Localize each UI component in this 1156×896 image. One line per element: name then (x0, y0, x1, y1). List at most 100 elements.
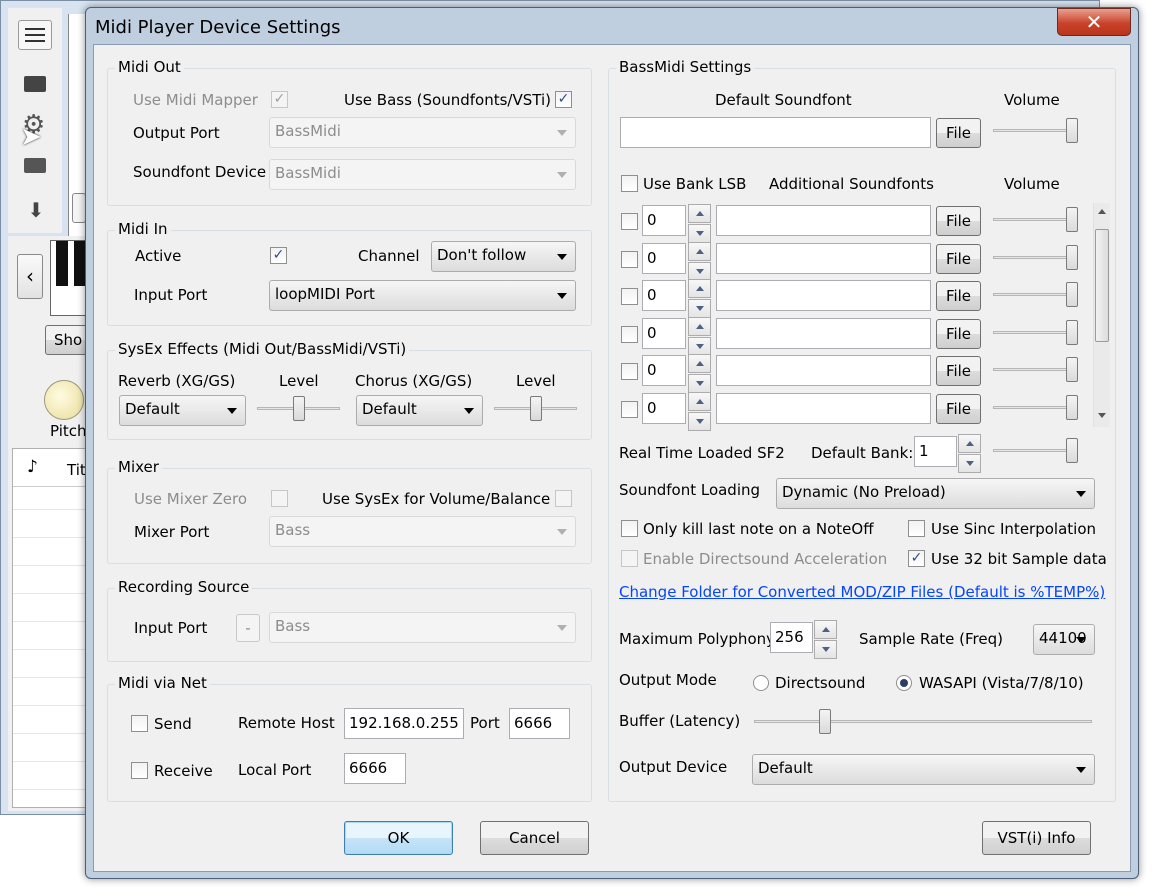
download-icon[interactable]: ⬇ (22, 198, 50, 228)
input-port-select[interactable]: loopMIDI Port (269, 280, 576, 311)
spin-down-icon[interactable] (688, 299, 711, 318)
ok-button[interactable]: OK (344, 821, 453, 855)
reverb-select[interactable]: Default (119, 395, 246, 426)
slider-thumb[interactable] (819, 709, 831, 734)
default-soundfont-field[interactable] (620, 117, 931, 148)
spin-up-icon[interactable] (688, 392, 711, 411)
soundfont-row-bank-stepper[interactable] (688, 317, 711, 356)
soundfont-device-select[interactable]: BassMidi (269, 159, 576, 190)
soundfont-row-checkbox[interactable] (621, 326, 638, 343)
soundfont-row-volume-slider[interactable] (993, 355, 1078, 385)
soundfont-row-bank-stepper[interactable] (688, 354, 711, 393)
folder-icon[interactable] (22, 70, 56, 100)
scroll-down-icon[interactable] (1098, 413, 1106, 418)
default-bank-stepper[interactable] (958, 434, 981, 473)
use-midi-mapper-checkbox[interactable]: ✓ (271, 91, 288, 108)
soundfont-row-bank-stepper[interactable] (688, 242, 711, 281)
close-button[interactable]: ✕ (1057, 8, 1131, 36)
use-sysex-volume-checkbox[interactable] (555, 490, 572, 507)
soundfont-row-file-field[interactable] (716, 280, 931, 311)
slider-thumb[interactable] (293, 396, 305, 421)
output-device-select[interactable]: Default (752, 754, 1095, 785)
recording-dash-button[interactable]: - (236, 614, 260, 642)
soundfont-row-bank-field[interactable]: 0 (642, 280, 686, 311)
soundfont-row-checkbox[interactable] (621, 363, 638, 380)
soundfont-row-file-button[interactable]: File (936, 281, 981, 311)
soundfont-row-file-field[interactable] (716, 205, 931, 236)
enable-directsound-checkbox[interactable] (621, 550, 638, 567)
soundfont-row-file-button[interactable]: File (936, 356, 981, 386)
directsound-radio[interactable] (753, 675, 769, 691)
send-checkbox[interactable] (131, 715, 148, 732)
chorus-select[interactable]: Default (356, 395, 483, 426)
soundfont-row-bank-field[interactable]: 0 (642, 393, 686, 424)
default-bank-field[interactable]: 1 (914, 436, 957, 467)
soundfont-row-volume-slider[interactable] (993, 205, 1078, 235)
recording-input-select[interactable]: Bass (269, 612, 576, 643)
soundfont-row-checkbox[interactable] (621, 288, 638, 305)
background-show-button[interactable]: Sho (45, 325, 90, 355)
change-folder-link[interactable]: Change Folder for Converted MOD/ZIP File… (619, 583, 1105, 601)
spin-up-icon[interactable] (688, 204, 711, 223)
output-port-select[interactable]: BassMidi (269, 117, 576, 148)
spin-down-icon[interactable] (814, 640, 837, 659)
chevron-left-icon[interactable]: ‹ (17, 254, 43, 299)
default-soundfont-file-button[interactable]: File (936, 118, 981, 148)
use-32bit-checkbox[interactable]: ✓ (908, 550, 925, 567)
use-bass-checkbox[interactable]: ✓ (555, 91, 572, 108)
use-sinc-checkbox[interactable] (908, 520, 925, 537)
spin-down-icon[interactable] (688, 412, 711, 431)
chorus-level-slider[interactable] (494, 394, 577, 424)
scroll-up-icon[interactable] (1098, 209, 1106, 214)
menu-icon[interactable] (18, 20, 52, 50)
soundfont-row-bank-stepper[interactable] (688, 279, 711, 318)
slider-thumb[interactable] (1066, 118, 1078, 143)
sample-rate-select[interactable]: 44100 (1033, 624, 1095, 655)
soundfont-row-volume-slider[interactable] (993, 280, 1078, 310)
slider-thumb[interactable] (1066, 320, 1078, 345)
wasapi-radio[interactable] (896, 675, 912, 691)
spin-up-icon[interactable] (688, 242, 711, 261)
soundfont-row-volume-slider[interactable] (993, 243, 1078, 273)
soundfont-row-bank-stepper[interactable] (688, 204, 711, 243)
soundfont-loading-select[interactable]: Dynamic (No Preload) (776, 478, 1095, 509)
max-polyphony-field[interactable]: 256 (770, 622, 813, 653)
soundfont-row-bank-field[interactable]: 0 (642, 355, 686, 386)
comment-icon[interactable] (22, 153, 56, 183)
slider-thumb[interactable] (1066, 357, 1078, 382)
soundfont-row-file-button[interactable]: File (936, 394, 981, 424)
spin-down-icon[interactable] (688, 374, 711, 393)
max-polyphony-stepper[interactable] (814, 620, 837, 659)
soundfont-row-checkbox[interactable] (621, 213, 638, 230)
mixer-port-select[interactable]: Bass (269, 516, 576, 547)
soundfont-row-checkbox[interactable] (621, 401, 638, 418)
soundfont-row-file-button[interactable]: File (936, 206, 981, 236)
scrollbar-thumb[interactable] (1095, 229, 1109, 342)
port-field[interactable]: 6666 (509, 708, 570, 739)
realtime-volume-slider[interactable] (993, 436, 1078, 466)
soundfont-row-file-field[interactable] (716, 393, 931, 424)
soundfont-row-bank-stepper[interactable] (688, 392, 711, 431)
local-port-field[interactable]: 6666 (344, 753, 406, 784)
cancel-button[interactable]: Cancel (480, 821, 589, 855)
soundfont-row-file-field[interactable] (716, 318, 931, 349)
pitch-knob[interactable] (44, 380, 84, 420)
soundfont-row-file-field[interactable] (716, 243, 931, 274)
slider-thumb[interactable] (1066, 438, 1078, 463)
soundfont-row-volume-slider[interactable] (993, 393, 1078, 423)
vst-info-button[interactable]: VST(i) Info (982, 821, 1091, 855)
spin-up-icon[interactable] (814, 620, 837, 639)
soundfont-row-volume-slider[interactable] (993, 318, 1078, 348)
buffer-slider[interactable] (754, 707, 1092, 737)
active-checkbox[interactable]: ✓ (270, 247, 287, 264)
use-bank-lsb-checkbox[interactable] (621, 175, 638, 192)
soundfont-row-bank-field[interactable]: 0 (642, 318, 686, 349)
slider-thumb[interactable] (1066, 395, 1078, 420)
receive-checkbox[interactable] (131, 762, 148, 779)
spin-down-icon[interactable] (958, 454, 981, 473)
channel-select[interactable]: Don't follow (431, 241, 576, 272)
spin-up-icon[interactable] (688, 317, 711, 336)
soundfont-row-file-button[interactable]: File (936, 244, 981, 274)
default-volume-slider[interactable] (993, 116, 1078, 146)
reverb-level-slider[interactable] (257, 394, 340, 424)
